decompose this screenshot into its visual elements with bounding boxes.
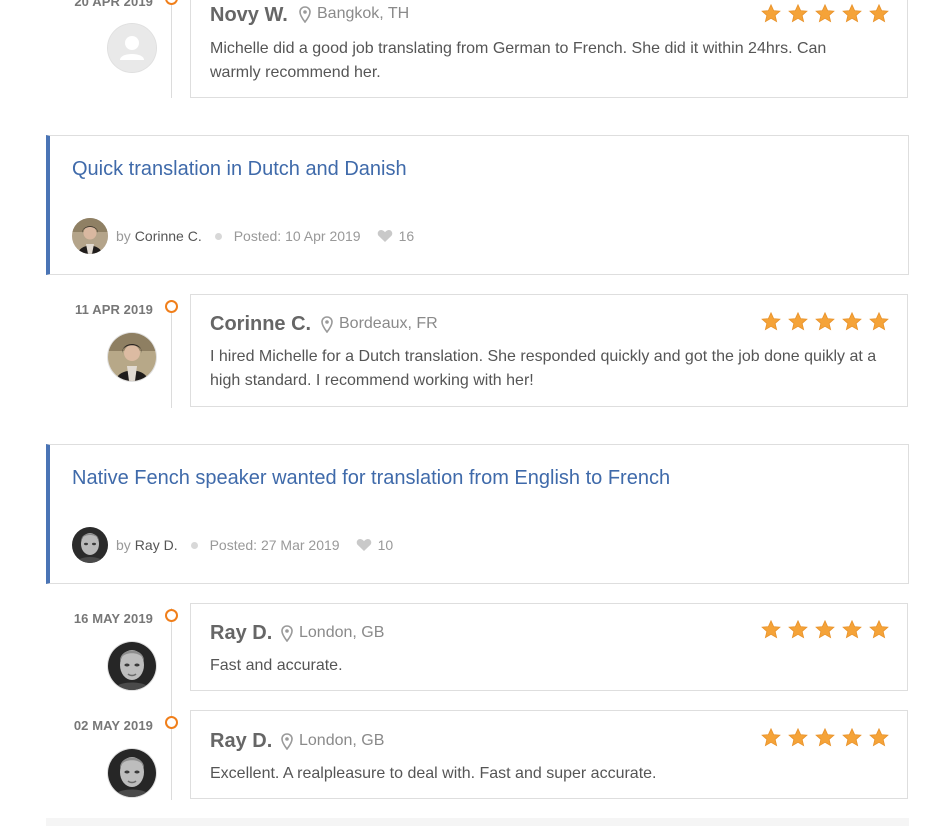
location-text: Bordeaux, FR xyxy=(339,315,438,332)
default-user-icon xyxy=(108,24,156,72)
timeline-dot-icon xyxy=(165,0,178,5)
star-icon xyxy=(815,728,835,747)
job-meta: by Ray D. Posted: 27 Mar 2019 10 xyxy=(72,527,393,563)
star-icon xyxy=(761,620,781,639)
review-date: 02 MAY 2019 xyxy=(73,718,153,733)
heart-icon[interactable] xyxy=(377,229,393,243)
author-avatar[interactable] xyxy=(72,527,108,563)
author-avatar[interactable] xyxy=(72,218,108,254)
review-date: 11 APR 2019 xyxy=(75,302,153,317)
timeline-line xyxy=(171,300,172,408)
avatar[interactable] xyxy=(108,749,156,797)
reviewer-name[interactable]: Ray D. xyxy=(210,730,272,753)
timeline-dot-icon xyxy=(165,300,178,313)
job-title[interactable]: Native Fench speaker wanted for translat… xyxy=(72,467,670,490)
job-card: Native Fench speaker wanted for translat… xyxy=(46,444,909,584)
by-label: by xyxy=(116,537,131,553)
review-card: Ray D. London, GB Fast and accurate. xyxy=(190,603,908,691)
star-icon xyxy=(842,4,862,23)
review-text: Fast and accurate. xyxy=(210,657,343,674)
separator-dot xyxy=(190,541,198,549)
star-icon xyxy=(788,4,808,23)
user-photo-icon xyxy=(72,527,108,563)
map-pin-icon xyxy=(281,732,293,750)
star-icon xyxy=(869,4,889,23)
separator-dot xyxy=(214,232,222,240)
review-card: Ray D. London, GB Excellent. A realpleas… xyxy=(190,710,908,799)
reviewer-location: Bordeaux, FR xyxy=(321,315,438,333)
reviewer-name[interactable]: Corinne C. xyxy=(210,313,311,336)
posted-date: Posted: 27 Mar 2019 xyxy=(209,537,340,553)
reviewer-location: London, GB xyxy=(281,732,384,750)
avatar[interactable] xyxy=(108,333,156,381)
star-icon xyxy=(815,620,835,639)
review-text: I hired Michelle for a Dutch translation… xyxy=(210,348,877,389)
next-section-edge xyxy=(46,818,909,826)
rating-stars xyxy=(761,312,889,331)
job-meta: by Corinne C. Posted: 10 Apr 2019 16 xyxy=(72,218,414,254)
rating-stars xyxy=(761,4,889,23)
map-pin-icon xyxy=(299,5,311,23)
location-text: London, GB xyxy=(299,732,385,749)
heart-icon[interactable] xyxy=(356,538,372,552)
review-date: 16 MAY 2019 xyxy=(73,611,153,626)
rating-stars xyxy=(761,620,889,639)
reviewer-location: Bangkok, TH xyxy=(299,5,409,23)
user-photo-icon xyxy=(108,333,156,381)
star-icon xyxy=(842,620,862,639)
timeline-line xyxy=(171,608,172,800)
map-pin-icon xyxy=(281,624,293,642)
timeline-dot-icon xyxy=(165,609,178,622)
review-text: Excellent. A realpleasure to deal with. … xyxy=(210,765,657,782)
star-icon xyxy=(761,4,781,23)
star-icon xyxy=(788,620,808,639)
star-icon xyxy=(842,312,862,331)
star-icon xyxy=(788,728,808,747)
user-photo-icon xyxy=(108,749,156,797)
avatar[interactable] xyxy=(108,642,156,690)
user-photo-icon xyxy=(72,218,108,254)
reviewer-location: London, GB xyxy=(281,624,384,642)
reviewer-name[interactable]: Ray D. xyxy=(210,622,272,645)
job-card: Quick translation in Dutch and Danish by… xyxy=(46,135,909,275)
location-text: Bangkok, TH xyxy=(317,5,410,22)
timeline-dot-icon xyxy=(165,716,178,729)
timeline-line xyxy=(171,0,172,98)
star-icon xyxy=(842,728,862,747)
posted-date: Posted: 10 Apr 2019 xyxy=(233,228,361,244)
author-name[interactable]: Corinne C. xyxy=(135,228,202,244)
star-icon xyxy=(815,312,835,331)
review-card: Novy W. Bangkok, TH Michelle did a good … xyxy=(190,0,908,98)
review-card: Corinne C. Bordeaux, FR I hired Michelle… xyxy=(190,294,908,407)
avatar[interactable] xyxy=(108,24,156,72)
like-count: 16 xyxy=(398,228,415,244)
review-date: 20 APR 2019 xyxy=(74,0,153,9)
user-photo-icon xyxy=(108,642,156,690)
review-text: Michelle did a good job translating from… xyxy=(210,40,827,81)
star-icon xyxy=(761,312,781,331)
star-icon xyxy=(869,312,889,331)
by-label: by xyxy=(116,228,131,244)
star-icon xyxy=(869,728,889,747)
like-count: 10 xyxy=(377,537,394,553)
reviewer-name[interactable]: Novy W. xyxy=(210,4,288,27)
star-icon xyxy=(788,312,808,331)
map-pin-icon xyxy=(321,315,333,333)
rating-stars xyxy=(761,728,889,747)
author-name[interactable]: Ray D. xyxy=(135,537,178,553)
star-icon xyxy=(761,728,781,747)
job-title[interactable]: Quick translation in Dutch and Danish xyxy=(72,158,407,181)
star-icon xyxy=(869,620,889,639)
location-text: London, GB xyxy=(299,624,385,641)
star-icon xyxy=(815,4,835,23)
